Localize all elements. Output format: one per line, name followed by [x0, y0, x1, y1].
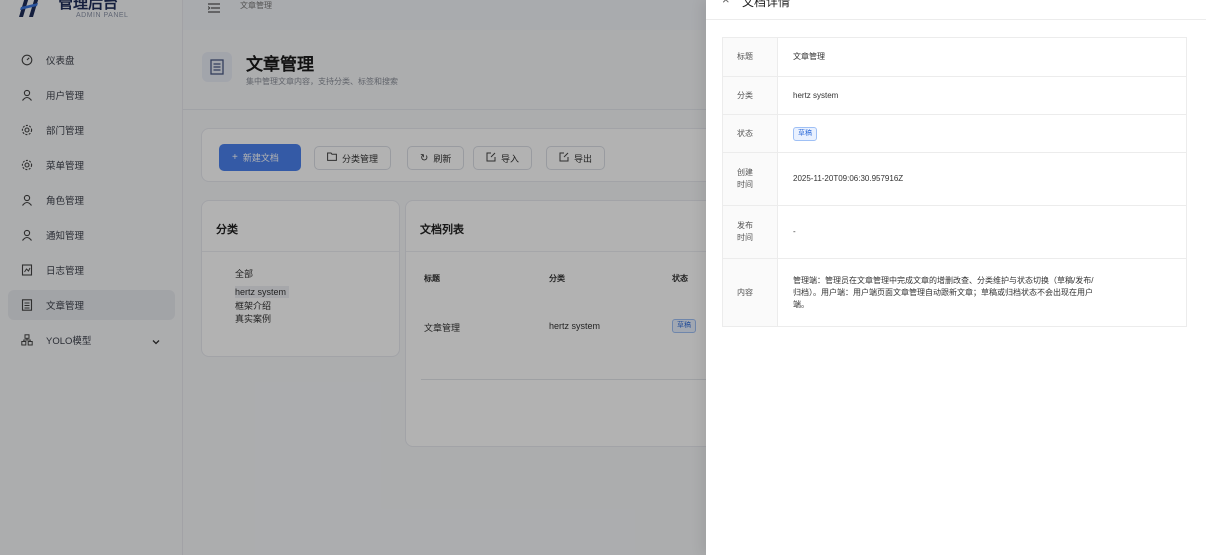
detail-row-category: 分类 hertz system — [722, 76, 1187, 115]
field-value: 草稿 — [777, 114, 1187, 153]
detail-row-title: 标题 文章管理 — [722, 37, 1187, 77]
document-detail-drawer: × 文档详情 标题 文章管理 分类 hertz system 状态 草稿 创建 … — [706, 0, 1206, 555]
content-line: 端。 — [793, 299, 809, 309]
drawer-header: × 文档详情 — [706, 0, 1206, 20]
field-value: - — [777, 205, 1187, 259]
field-value: 文章管理 — [777, 37, 1187, 77]
field-label: 状态 — [722, 114, 778, 153]
detail-table: 标题 文章管理 分类 hertz system 状态 草稿 创建 时间 2025… — [722, 37, 1187, 327]
field-label: 标题 — [722, 37, 778, 77]
field-label-line: 时间 — [737, 180, 753, 189]
status-badge: 草稿 — [793, 126, 817, 141]
detail-row-published: 发布 时间 - — [722, 205, 1187, 259]
modal-mask[interactable] — [0, 0, 706, 555]
field-label: 创建 时间 — [722, 152, 778, 206]
field-value: hertz system — [777, 76, 1187, 115]
field-label: 分类 — [722, 76, 778, 115]
content-line: 管理端：管理员在文章管理中完成文章的增删改查、分类维护与状态切换（草稿/发布/ — [793, 275, 1094, 285]
close-icon[interactable]: × — [722, 0, 730, 7]
detail-row-created: 创建 时间 2025-11-20T09:06:30.957916Z — [722, 152, 1187, 206]
detail-row-content: 内容 管理端：管理员在文章管理中完成文章的增删改查、分类维护与状态切换（草稿/发… — [722, 258, 1187, 327]
field-value: 管理端：管理员在文章管理中完成文章的增删改查、分类维护与状态切换（草稿/发布/ … — [777, 258, 1187, 327]
field-value: 2025-11-20T09:06:30.957916Z — [777, 152, 1187, 206]
content-line: 归档）。用户端：用户端页面文章管理自动跟新文章；草稿或归档状态不会出现在用户 — [793, 287, 1093, 297]
field-label-line: 时间 — [737, 233, 753, 242]
field-label: 发布 时间 — [722, 205, 778, 259]
field-label-line: 发布 — [737, 221, 753, 230]
drawer-title: 文档详情 — [742, 0, 791, 9]
detail-row-status: 状态 草稿 — [722, 114, 1187, 153]
field-label-line: 创建 — [737, 168, 753, 177]
field-label: 内容 — [722, 258, 778, 327]
